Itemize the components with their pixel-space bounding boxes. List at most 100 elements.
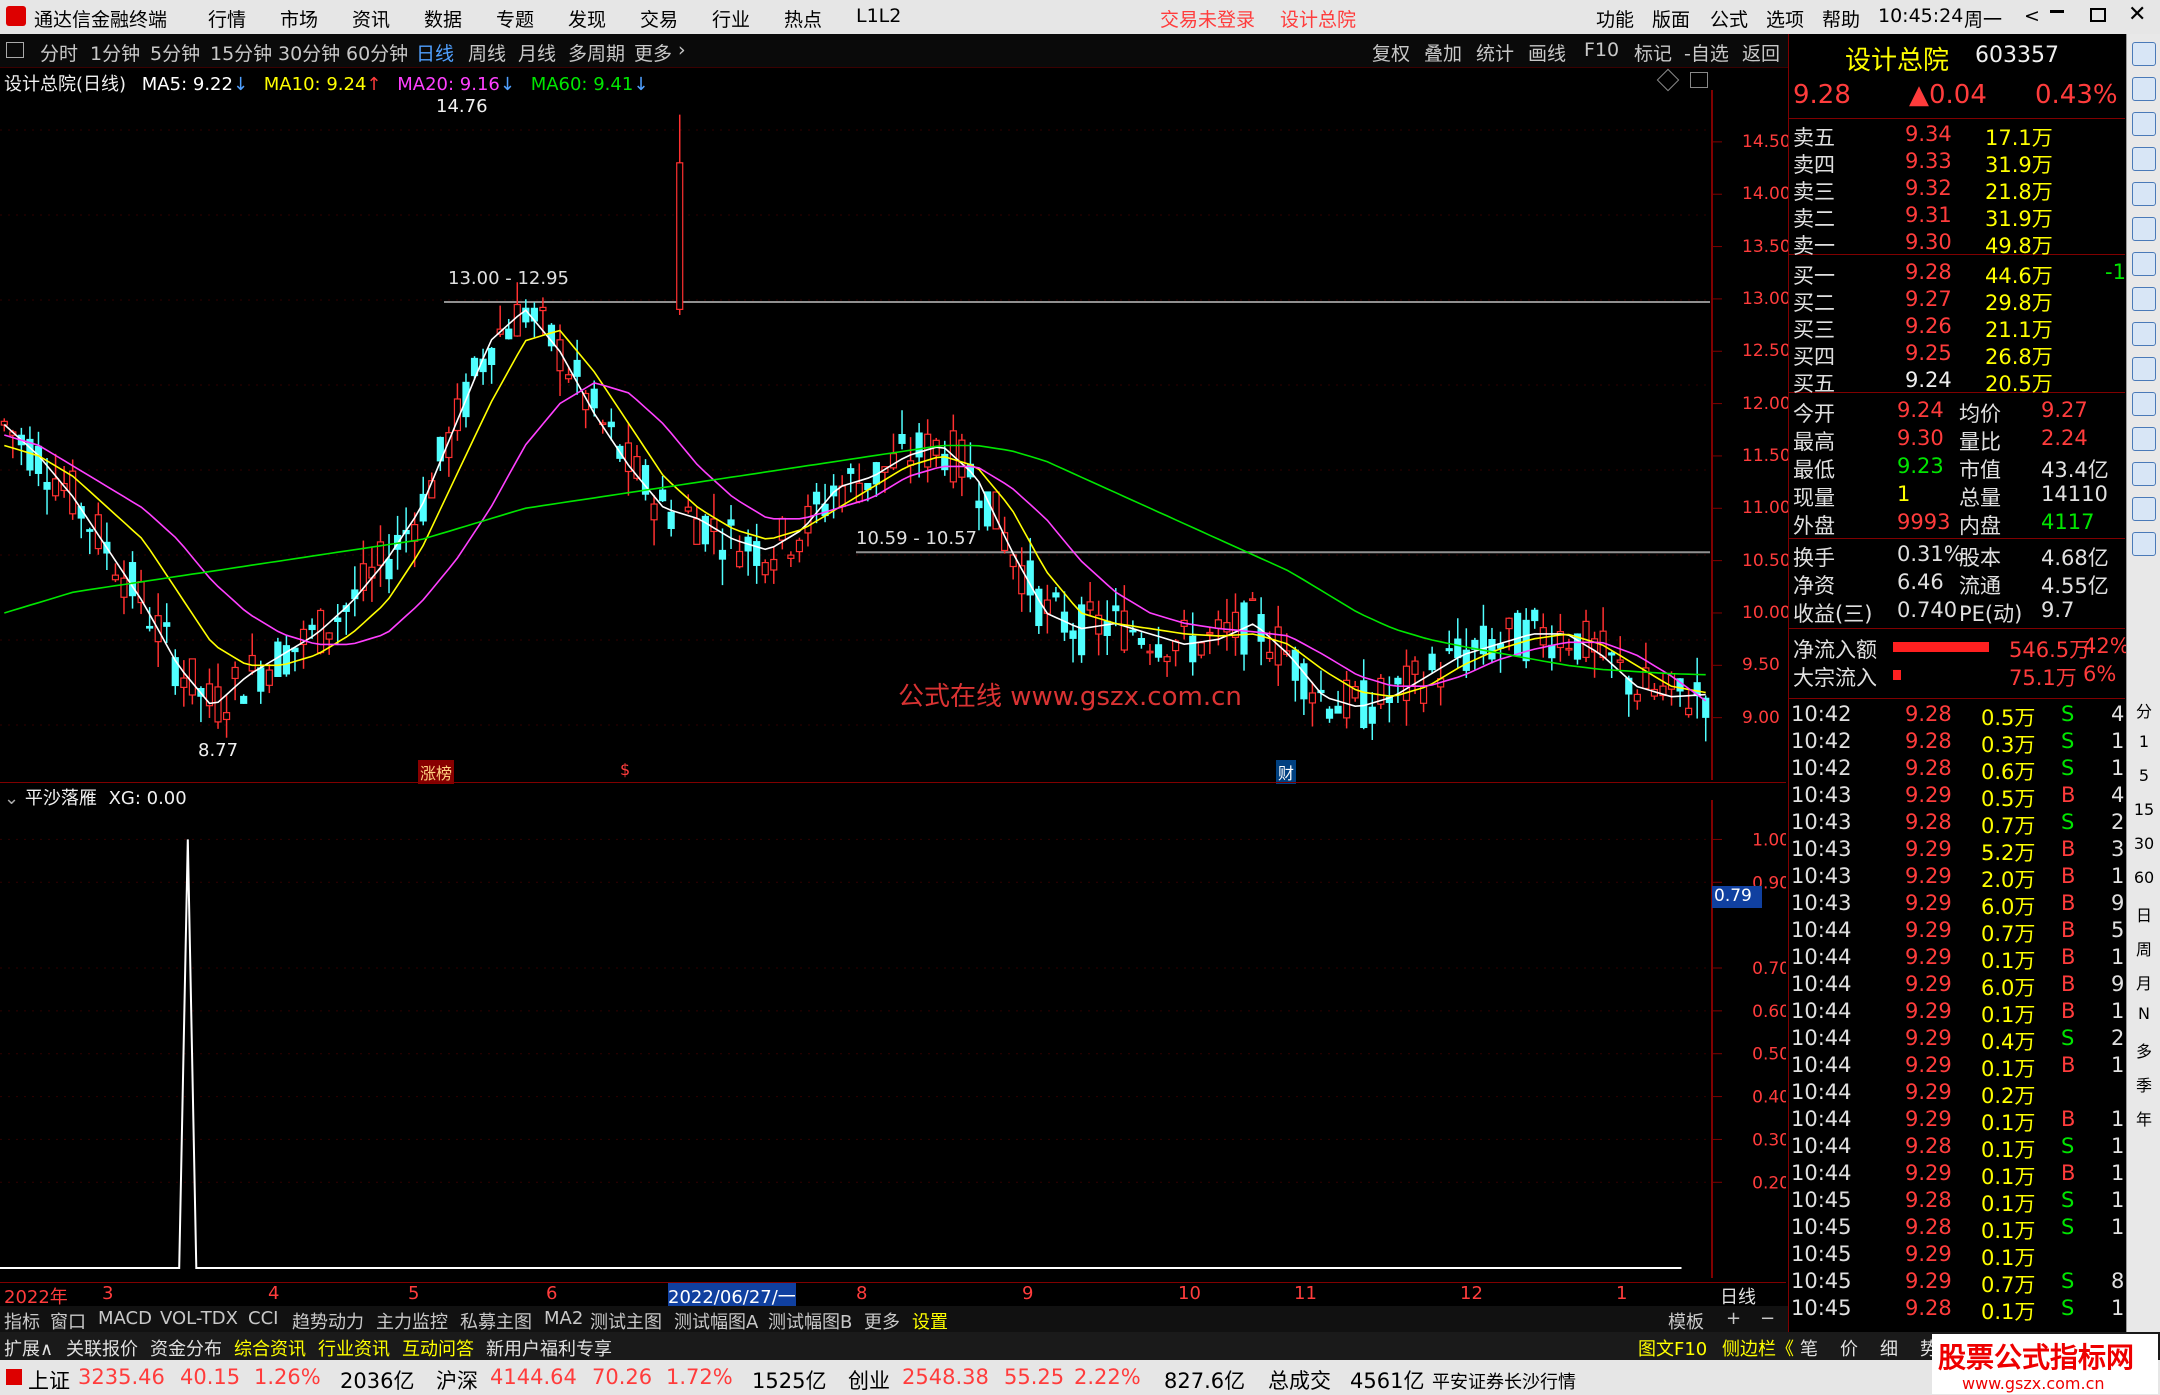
menu-gongneng[interactable]: 功能	[1596, 5, 1634, 32]
candle[interactable]	[650, 494, 658, 546]
tab-chuangkou[interactable]: 窗口	[50, 1308, 86, 1334]
sidebar-tool-icon[interactable]	[2132, 357, 2156, 381]
candle[interactable]	[1693, 657, 1701, 719]
sidebar-tool-icon[interactable]	[2132, 497, 2156, 521]
sidebar-period[interactable]: 1	[2132, 732, 2156, 756]
candle[interactable]	[299, 620, 308, 669]
candle[interactable]	[787, 551, 795, 567]
menu-shuju[interactable]: 数据	[424, 5, 462, 32]
candle[interactable]	[26, 426, 34, 477]
sidebar-period[interactable]: N	[2132, 1004, 2156, 1028]
candle[interactable]	[1026, 537, 1034, 613]
ext-tab-zijin[interactable]: 资金分布	[150, 1335, 222, 1361]
template-button[interactable]: 模板	[1668, 1308, 1704, 1334]
candle[interactable]	[1077, 596, 1086, 663]
candle[interactable]	[1035, 585, 1043, 634]
tab-qushi[interactable]: 趋势动力	[292, 1308, 364, 1334]
tick-row[interactable]: 10:44 9.29 0.1万 B 1	[1789, 1053, 2125, 1081]
tick-row[interactable]: 10:44 9.29 0.1万 B 1	[1789, 1107, 2125, 1135]
menu-shichang[interactable]: 市场	[280, 5, 318, 32]
candle[interactable]	[1248, 591, 1257, 602]
candle[interactable]	[1642, 642, 1650, 690]
candle[interactable]	[17, 427, 25, 466]
sidebar-period[interactable]: 15	[2132, 800, 2156, 824]
tab-ceshifutua[interactable]: 测试幅图A	[674, 1308, 758, 1334]
candle[interactable]	[761, 559, 769, 584]
candle[interactable]	[488, 346, 496, 384]
candle[interactable]	[291, 647, 299, 672]
candle[interactable]	[1223, 598, 1231, 651]
trade-login-status[interactable]: 交易未登录	[1160, 5, 1255, 32]
candle[interactable]	[385, 534, 393, 594]
menu-jiaoyi[interactable]: 交易	[640, 5, 678, 32]
period-more[interactable]: 更多	[634, 39, 672, 66]
candle[interactable]	[1582, 609, 1590, 663]
candle[interactable]	[744, 529, 752, 576]
candle[interactable]	[180, 660, 188, 707]
tool-f10[interactable]: F10	[1584, 39, 1619, 61]
ext-tab-zonghe[interactable]: 综合资讯	[234, 1335, 306, 1361]
tick-row[interactable]: 10:42 9.28 0.5万 S 4	[1789, 702, 2125, 730]
tick-row[interactable]: 10:45 9.28 0.1万 S 1	[1789, 1215, 2125, 1243]
candle[interactable]	[1231, 593, 1240, 656]
candle[interactable]	[265, 664, 273, 694]
tab-macd[interactable]: MACD	[98, 1308, 152, 1329]
ext-tab-hudong[interactable]: 互动问答	[402, 1335, 474, 1361]
remove-pane-button[interactable]: −	[1760, 1308, 1775, 1329]
candle[interactable]	[701, 514, 709, 552]
stat-row[interactable]: 外盘 9993 内盘 4117	[1789, 510, 2125, 538]
period-monthly[interactable]: 月线	[518, 39, 556, 66]
candle[interactable]	[718, 528, 727, 586]
tool-diejia[interactable]: 叠加	[1424, 39, 1462, 66]
candle[interactable]	[248, 633, 256, 675]
tab-jia[interactable]: 价	[1840, 1335, 1858, 1361]
candle[interactable]	[1368, 692, 1376, 740]
candle[interactable]	[163, 603, 171, 644]
tick-row[interactable]: 10:42 9.28 0.6万 S 1	[1789, 756, 2125, 784]
candle[interactable]	[915, 423, 923, 478]
candle[interactable]	[1565, 638, 1573, 656]
candle[interactable]	[1343, 670, 1351, 729]
tool-tongji[interactable]: 统计	[1476, 39, 1514, 66]
diamond-icon[interactable]	[1656, 68, 1680, 92]
sidebar-period[interactable]: 年	[2132, 1106, 2156, 1130]
sidebar-tool-icon[interactable]	[2132, 252, 2156, 276]
period-5min[interactable]: 5分钟	[150, 39, 200, 66]
candle[interactable]	[1060, 591, 1069, 641]
sidebar-period[interactable]: 周	[2132, 936, 2156, 960]
sidebar-tool-icon[interactable]	[2132, 427, 2156, 451]
candle[interactable]	[282, 635, 291, 677]
menu-zhuanti[interactable]: 专题	[496, 5, 534, 32]
bid-row[interactable]: 买四 9.25 26.8万	[1789, 341, 2125, 369]
sidebar-tool-icon[interactable]	[2132, 462, 2156, 486]
menu-hangqing[interactable]: 行情	[208, 5, 246, 32]
stat-row[interactable]: 收益(三) 0.740 PE(动) 9.7	[1789, 598, 2125, 626]
stat-row[interactable]: 最低 9.23 市值 43.4亿	[1789, 454, 2125, 482]
tick-row[interactable]: 10:44 9.28 0.1万 S 1	[1789, 1134, 2125, 1162]
candle[interactable]	[812, 483, 821, 524]
tab-simu[interactable]: 私募主图	[460, 1308, 532, 1334]
candle[interactable]	[1154, 626, 1163, 662]
index-name[interactable]: 沪深	[436, 1365, 478, 1395]
period-30min[interactable]: 30分钟	[278, 39, 340, 66]
tick-row[interactable]: 10:43 9.29 5.2万 B 3	[1789, 837, 2125, 865]
bid-row[interactable]: 买一 9.28 44.6万 -1	[1789, 260, 2126, 288]
kline-chart[interactable]	[0, 90, 1786, 780]
tick-row[interactable]: 10:45 9.29 0.1万	[1789, 1242, 2125, 1270]
candle[interactable]	[453, 383, 462, 441]
sidebar-tool-icon[interactable]	[2132, 287, 2156, 311]
candle[interactable]	[86, 527, 94, 555]
ask-row[interactable]: 卖三 9.32 21.8万	[1789, 176, 2125, 204]
tab-bi[interactable]: 笔	[1800, 1335, 1818, 1361]
tick-row[interactable]: 10:44 9.29 0.1万 B 1	[1789, 945, 2125, 973]
candle[interactable]	[111, 563, 120, 583]
ask-row[interactable]: 卖一 9.30 49.8万	[1789, 230, 2125, 258]
tab-ceshifutub[interactable]: 测试幅图B	[768, 1308, 852, 1334]
menu-redian[interactable]: 热点	[784, 5, 822, 32]
sidebar-tool-icon[interactable]	[2132, 42, 2156, 66]
candle[interactable]	[1146, 644, 1154, 666]
sidebar-tool-icon[interactable]	[2132, 77, 2156, 101]
candle[interactable]	[556, 324, 564, 396]
period-fenshi[interactable]: 分时	[40, 39, 78, 66]
candle[interactable]	[69, 459, 77, 520]
